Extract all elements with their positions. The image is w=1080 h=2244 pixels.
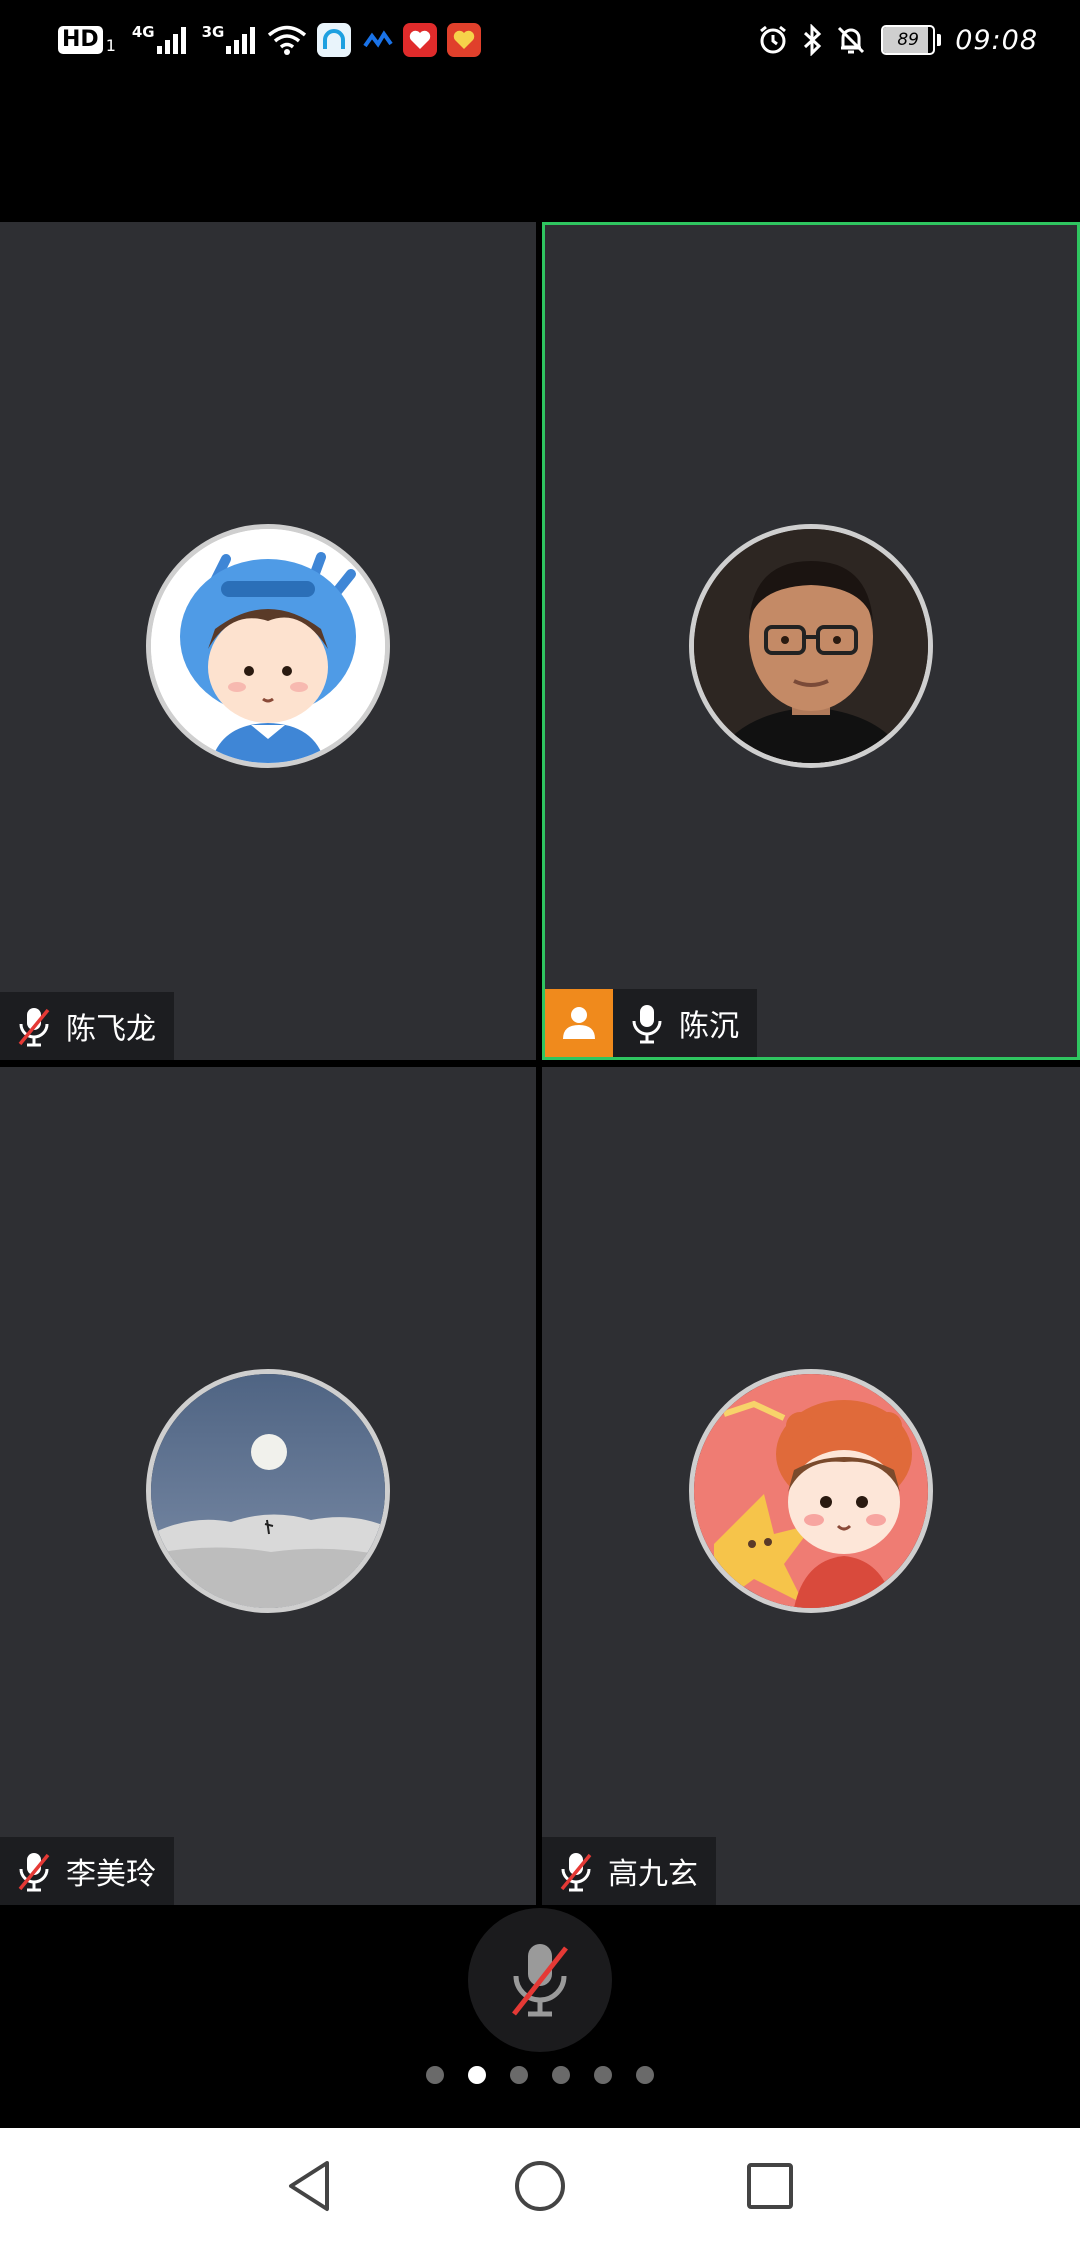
clock: 09:08 xyxy=(955,24,1038,56)
page-dot[interactable] xyxy=(552,2066,570,2084)
participant-name: 陈飞龙 xyxy=(66,1012,156,1047)
page-dot-active[interactable] xyxy=(468,2066,486,2084)
mic-icon xyxy=(627,1001,667,1045)
home-button[interactable] xyxy=(510,2158,570,2214)
network-type-label: 4G xyxy=(131,23,155,41)
page-indicator xyxy=(0,2066,1080,2084)
participant-name: 陈沉 xyxy=(679,1009,739,1044)
battery-icon: 89 xyxy=(881,25,936,55)
cartoon-girl-avatar-image xyxy=(694,1374,928,1608)
recents-icon xyxy=(747,2163,793,2209)
back-button[interactable] xyxy=(280,2158,340,2214)
home-icon xyxy=(515,2161,565,2211)
participant-tile[interactable]: 李美玲 xyxy=(0,1067,536,1905)
alarm-icon xyxy=(757,24,789,56)
mic-muted-icon xyxy=(556,1849,596,1893)
signal-icon xyxy=(156,26,186,54)
participant-name: 高九玄 xyxy=(608,1857,698,1892)
battery-level: 89 xyxy=(897,30,919,50)
cartoon-boy-avatar-image xyxy=(151,529,385,763)
avatar xyxy=(689,1369,933,1613)
page-dot[interactable] xyxy=(510,2066,528,2084)
participant-tile-active[interactable]: 陈沉 xyxy=(542,222,1080,1060)
participant-tile[interactable]: 陈飞龙 xyxy=(0,222,536,1060)
hd-badge: HD xyxy=(58,26,103,54)
signal-icon xyxy=(226,26,256,54)
app-notification-icon xyxy=(317,23,352,57)
status-bar: HD 1 4G 3G 89 09:08 xyxy=(0,0,1080,80)
participant-tile[interactable]: 高九玄 xyxy=(542,1067,1080,1905)
moon-landscape-avatar-image xyxy=(151,1374,385,1608)
host-badge xyxy=(545,989,613,1057)
participant-label: 李美玲 xyxy=(0,1837,174,1905)
page-dot[interactable] xyxy=(426,2066,444,2084)
participant-label: 陈飞龙 xyxy=(0,992,174,1060)
network-type-label: 3G xyxy=(201,23,225,41)
wifi-icon xyxy=(267,24,307,56)
avatar xyxy=(689,524,933,768)
mic-muted-icon xyxy=(14,1849,54,1893)
participant-label: 高九玄 xyxy=(542,1837,716,1905)
bluetooth-icon xyxy=(801,24,823,56)
mic-muted-icon xyxy=(14,1004,54,1048)
hd-sim-label: 1 xyxy=(105,35,116,55)
mic-muted-icon xyxy=(512,1944,568,2017)
mute-toggle-button[interactable] xyxy=(468,1908,612,2052)
participant-label: 陈沉 xyxy=(545,989,757,1057)
app-notification-icon xyxy=(363,30,394,50)
avatar xyxy=(146,524,390,768)
back-icon xyxy=(289,2161,329,2211)
bell-muted-icon xyxy=(835,24,867,56)
app-notification-icon xyxy=(447,23,482,57)
man-portrait-avatar-image xyxy=(694,529,928,763)
person-icon xyxy=(563,1007,595,1039)
page-dot[interactable] xyxy=(594,2066,612,2084)
avatar xyxy=(146,1369,390,1613)
page-dot[interactable] xyxy=(636,2066,654,2084)
participant-name: 李美玲 xyxy=(66,1857,156,1892)
app-notification-icon xyxy=(403,23,438,57)
system-nav-bar xyxy=(0,2128,1080,2244)
recents-button[interactable] xyxy=(740,2158,800,2214)
